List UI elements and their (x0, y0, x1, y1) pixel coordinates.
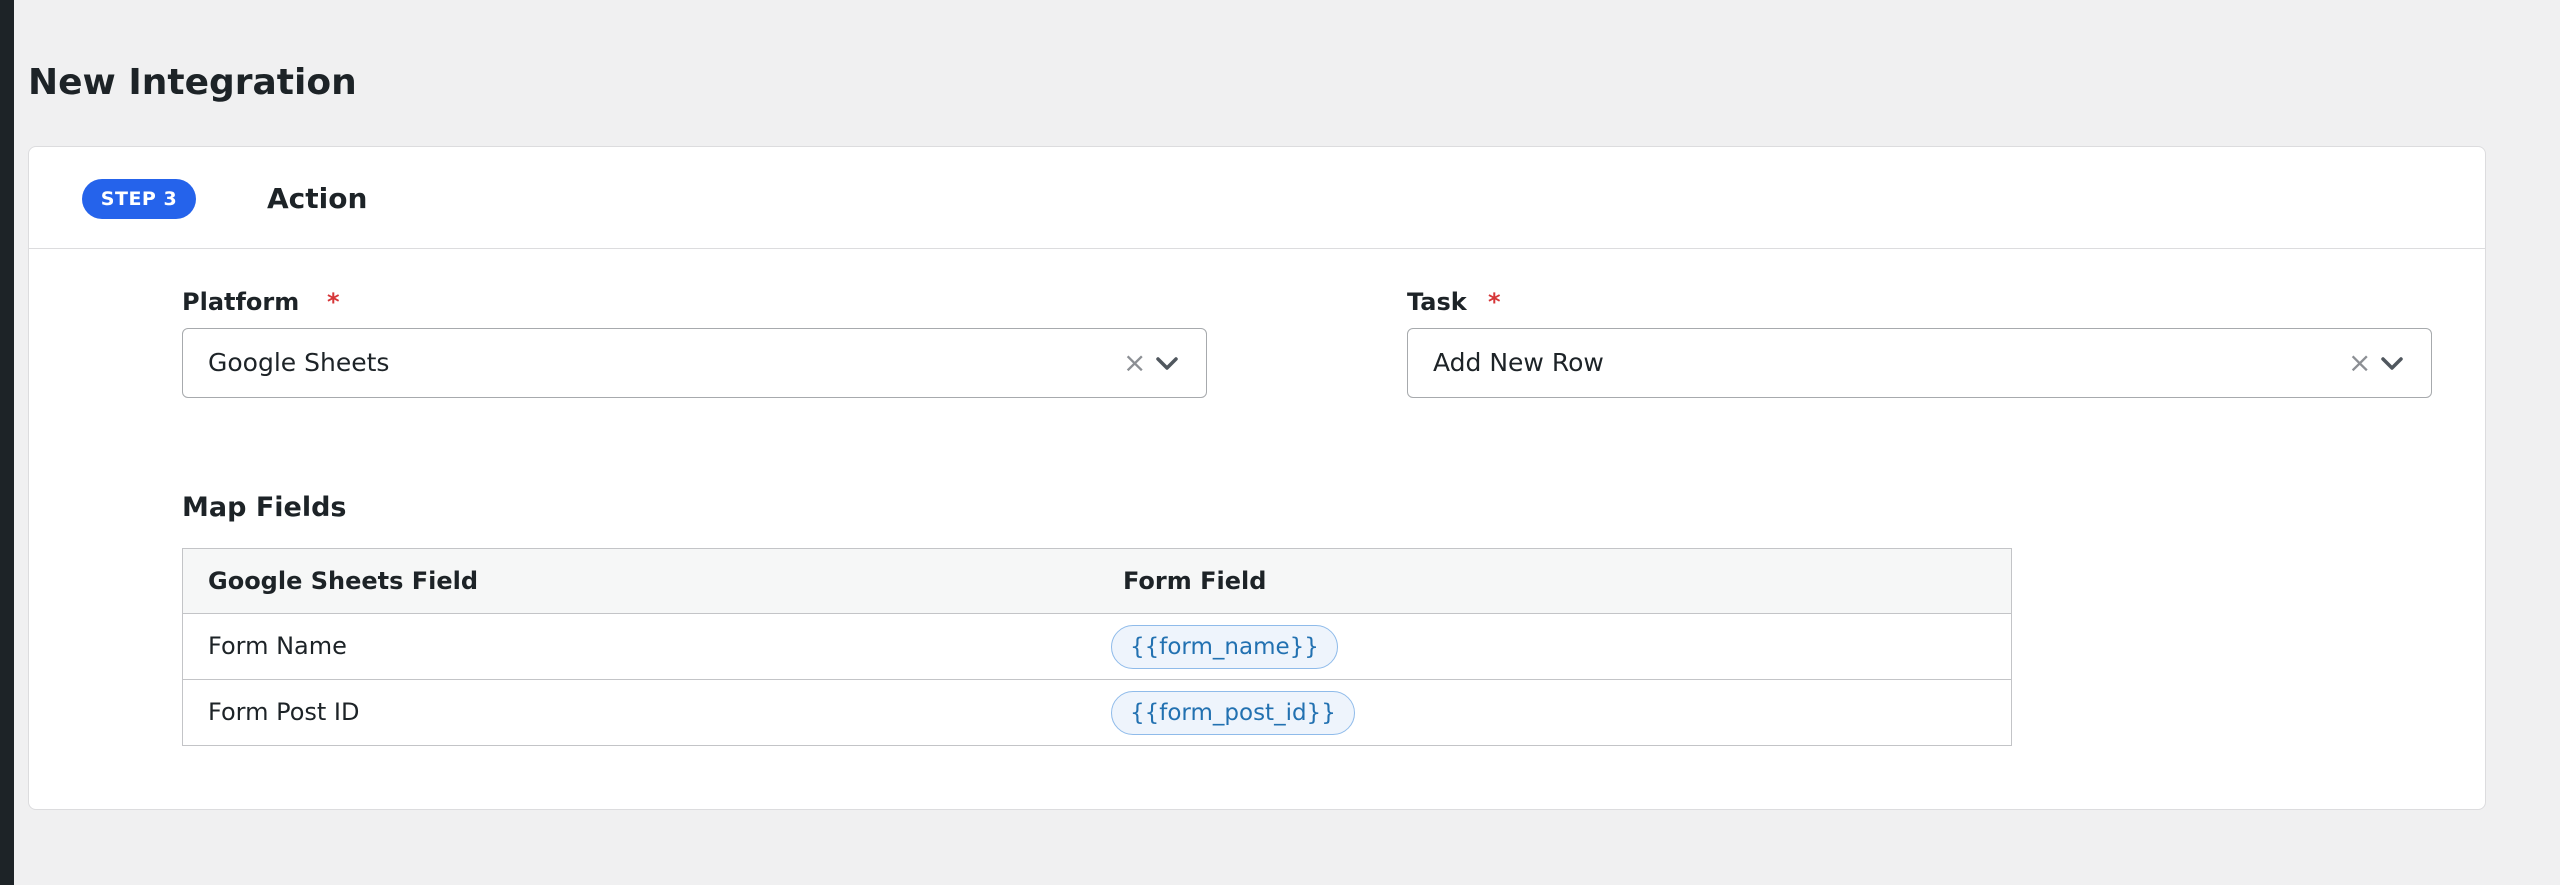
form-field-tag[interactable]: {{form_name}} (1111, 625, 1338, 669)
map-fields-title: Map Fields (182, 492, 347, 523)
admin-sidebar-edge (0, 0, 14, 885)
chevron-down-icon[interactable] (1155, 352, 1179, 376)
close-icon[interactable]: × (1123, 329, 1146, 397)
platform-select-value: Google Sheets (208, 348, 390, 377)
platform-select[interactable]: Google Sheets × (182, 328, 1207, 398)
table-row: Form Post ID {{form_post_id}} (183, 679, 2011, 745)
close-icon[interactable]: × (2348, 329, 2371, 397)
map-fields-table: Google Sheets Field Form Field Form Name… (182, 548, 2012, 746)
platform-required-mark: * (327, 288, 340, 316)
sheet-field-name: Form Post ID (208, 698, 360, 726)
card-header: STEP 3 Action (29, 147, 2485, 249)
form-field-tag[interactable]: {{form_post_id}} (1111, 691, 1355, 735)
card-title: Action (267, 182, 368, 215)
sheet-field-name: Form Name (208, 632, 347, 660)
task-select[interactable]: Add New Row × (1407, 328, 2432, 398)
table-row: Form Name {{form_name}} (183, 614, 2011, 679)
table-header: Google Sheets Field Form Field (183, 549, 2011, 614)
platform-label: Platform (182, 288, 300, 316)
task-select-value: Add New Row (1433, 348, 1604, 377)
column-header-form-field: Form Field (1123, 567, 1267, 595)
task-required-mark: * (1488, 288, 1501, 316)
column-header-sheet-field: Google Sheets Field (208, 567, 479, 595)
page-title: New Integration (28, 62, 357, 103)
task-label: Task (1407, 288, 1467, 316)
step-badge: STEP 3 (82, 179, 196, 219)
chevron-down-icon[interactable] (2380, 352, 2404, 376)
